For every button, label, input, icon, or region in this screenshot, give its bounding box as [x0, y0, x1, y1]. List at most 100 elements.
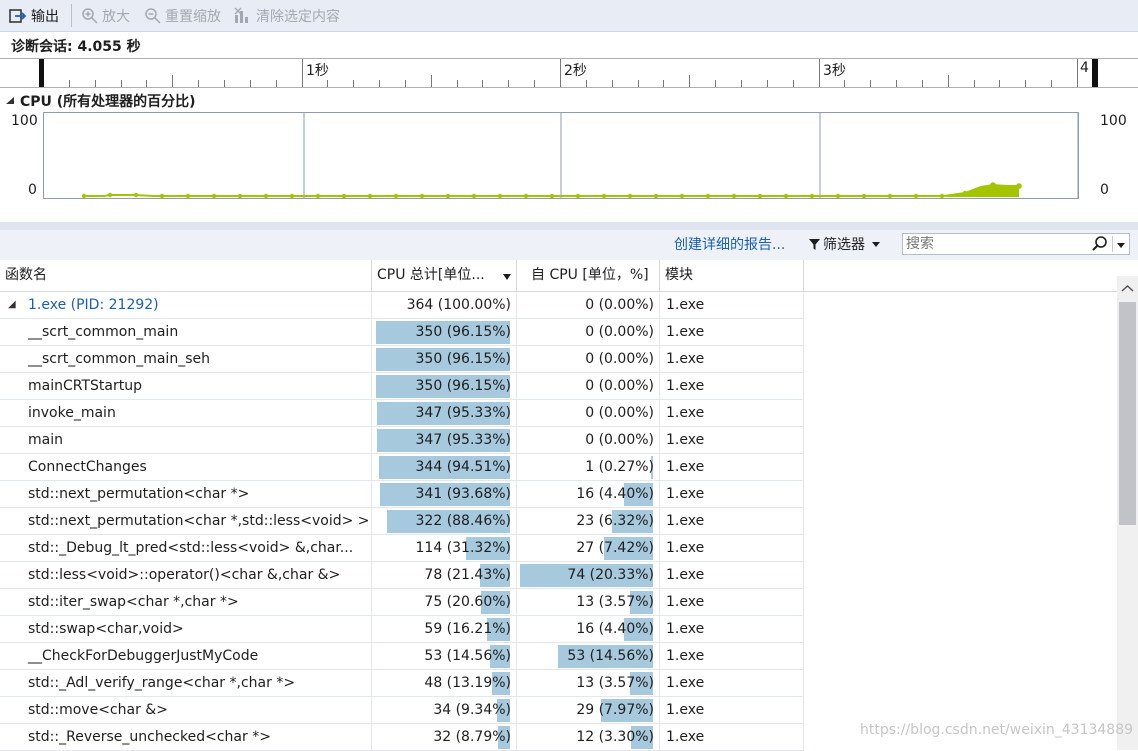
expand-triangle-icon[interactable]: ◢: [8, 292, 16, 318]
module-name: 1.exe: [666, 702, 705, 718]
cpu-total-value: 350 (96.15%): [415, 378, 511, 394]
export-button[interactable]: 输出: [9, 0, 59, 31]
scroll-up-arrow-icon[interactable]: [1117, 278, 1138, 298]
table-row[interactable]: invoke_main 347 (95.33%) 0 (0.00%) 1.exe: [0, 400, 804, 427]
clear-selection-button[interactable]: 清除选定内容: [234, 0, 340, 31]
function-name-cell: std::less<void>::operator()<char &,char …: [0, 562, 372, 589]
module-name: 1.exe: [666, 405, 705, 421]
table-row[interactable]: std::less<void>::operator()<char &,char …: [0, 562, 804, 589]
column-header-cpu-total[interactable]: CPU 总计[单位...: [372, 260, 517, 292]
self-cpu-value: 12 (3.30%): [576, 729, 654, 745]
module-name: 1.exe: [666, 324, 705, 340]
table-row[interactable]: std::iter_swap<char *,char *> 75 (20.60%)…: [0, 589, 804, 616]
module-name: 1.exe: [666, 459, 705, 475]
table-row[interactable]: std::_Reverse_unchecked<char *> 32 (8.79%…: [0, 724, 804, 751]
column-header-module[interactable]: 模块: [660, 260, 804, 292]
filter-icon: [809, 238, 820, 250]
search-divider: [1112, 236, 1113, 252]
cpu-total-cell: 32 (8.79%): [372, 724, 517, 751]
self-cpu-value: 0 (0.00%): [585, 432, 654, 448]
table-row[interactable]: ◢ 1.exe (PID: 21292) 364 (100.00%) 0 (0.00%…: [0, 292, 804, 319]
search-icon[interactable]: [1091, 235, 1109, 253]
function-name-cell: invoke_main: [0, 400, 372, 427]
column-header-self-cpu[interactable]: 自 CPU [单位，%]: [517, 260, 660, 292]
function-name-cell: ◢ 1.exe (PID: 21292): [0, 292, 372, 319]
cpu-total-value: 59 (16.21%): [424, 621, 511, 637]
reset-zoom-icon: [145, 8, 161, 24]
cpu-usage-plot: [81, 113, 1078, 198]
zoom-in-icon: [82, 8, 98, 24]
self-cpu-value: 53 (14.56%): [567, 648, 654, 664]
cpu-total-value: 114 (31.32%): [415, 540, 511, 556]
table-row[interactable]: std::swap<char,void> 59 (16.21%) 16 (4.40%…: [0, 616, 804, 643]
function-name-cell: std::next_permutation<char *>: [0, 481, 372, 508]
self-cpu-value: 13 (3.57%): [576, 594, 654, 610]
panel-splitter[interactable]: [0, 222, 1138, 230]
table-row[interactable]: std::move<char &> 34 (9.34%) 29 (7.97%) 1.e…: [0, 697, 804, 724]
module-name: 1.exe: [666, 351, 705, 367]
module-cell: 1.exe: [660, 562, 804, 589]
table-row[interactable]: mainCRTStartup 350 (96.15%) 0 (0.00%) 1.exe: [0, 373, 804, 400]
cpu-chart-title[interactable]: CPU (所有处理器的百分比): [4, 91, 196, 111]
cpu-total-value: 347 (95.33%): [415, 405, 511, 421]
module-cell: 1.exe: [660, 508, 804, 535]
filter-dropdown[interactable]: 筛选器: [808, 234, 882, 254]
self-cpu-value: 23 (6.32%): [576, 513, 654, 529]
module-name: 1.exe: [666, 675, 705, 691]
self-cpu-value: 0 (0.00%): [585, 297, 654, 313]
self-cpu-value: 1 (0.27%): [585, 459, 654, 475]
cpu-total-cell: 48 (13.19%): [372, 670, 517, 697]
cpu-total-value: 322 (88.46%): [415, 513, 511, 529]
self-cpu-cell: 1 (0.27%): [517, 454, 660, 481]
cpu-total-value: 364 (100.00%): [406, 297, 511, 313]
table-row[interactable]: main 347 (95.33%) 0 (0.00%) 1.exe: [0, 427, 804, 454]
search-box[interactable]: [902, 233, 1130, 255]
cpu-total-value: 78 (21.43%): [424, 567, 511, 583]
function-name-cell: std::_Adl_verify_range<char *,char *>: [0, 670, 372, 697]
search-options-chevron-icon[interactable]: [1115, 240, 1127, 250]
module-cell: 1.exe: [660, 589, 804, 616]
column-header-function-name[interactable]: 函数名: [0, 260, 372, 292]
table-row[interactable]: std::next_permutation<char *,std::less<v…: [0, 508, 804, 535]
self-cpu-cell: 13 (3.57%): [517, 589, 660, 616]
table-row[interactable]: __CheckForDebuggerJustMyCode 53 (14.56%) 5…: [0, 643, 804, 670]
table-row[interactable]: ConnectChanges 344 (94.51%) 1 (0.27%) 1.exe: [0, 454, 804, 481]
self-cpu-cell: 53 (14.56%): [517, 643, 660, 670]
zoom-in-label: 放大: [102, 8, 130, 25]
table-row[interactable]: __scrt_common_main 350 (96.15%) 0 (0.00%) 1…: [0, 319, 804, 346]
table-row[interactable]: std::_Adl_verify_range<char *,char *> 48 …: [0, 670, 804, 697]
timeline-ruler[interactable]: 1秒 2秒 3秒 4: [0, 58, 1138, 88]
cpu-total-value: 341 (93.68%): [415, 486, 511, 502]
cpu-usage-chart[interactable]: [43, 112, 1079, 199]
cpu-total-cell: 347 (95.33%): [372, 427, 517, 454]
function-name-cell: std::move<char &>: [0, 697, 372, 724]
function-name: std::_Debug_lt_pred<std::less<void> &,ch…: [28, 540, 354, 556]
module-name: 1.exe: [666, 486, 705, 502]
self-cpu-value: 13 (3.57%): [576, 675, 654, 691]
self-cpu-cell: 27 (7.42%): [517, 535, 660, 562]
cpu-total-cell: 344 (94.51%): [372, 454, 517, 481]
create-report-link[interactable]: 创建详细的报告...: [674, 234, 785, 254]
function-name: std::next_permutation<char *>: [28, 486, 250, 502]
table-row[interactable]: std::next_permutation<char *> 341 (93.68%…: [0, 481, 804, 508]
cpu-total-cell: 350 (96.15%): [372, 319, 517, 346]
cpu-total-cell: 347 (95.33%): [372, 400, 517, 427]
function-name: mainCRTStartup: [28, 378, 142, 394]
export-icon: [9, 8, 27, 23]
y-axis-max-right: 100: [1100, 113, 1127, 129]
cpu-total-value: 32 (8.79%): [433, 729, 511, 745]
vertical-scrollbar[interactable]: [1117, 276, 1138, 750]
scrollbar-thumb[interactable]: [1119, 302, 1136, 525]
module-name: 1.exe: [666, 513, 705, 529]
reset-zoom-button[interactable]: 重置缩放: [144, 0, 221, 31]
self-cpu-cell: 23 (6.32%): [517, 508, 660, 535]
self-cpu-cell: 0 (0.00%): [517, 400, 660, 427]
zoom-in-button[interactable]: 放大: [81, 0, 130, 31]
table-row[interactable]: __scrt_common_main_seh 350 (96.15%) 0 (0.0…: [0, 346, 804, 373]
table-row[interactable]: std::_Debug_lt_pred<std::less<void> &,ch…: [0, 535, 804, 562]
module-name: 1.exe: [666, 648, 705, 664]
search-input[interactable]: [906, 235, 1086, 253]
cpu-usage-line: [82, 183, 1019, 197]
cpu-total-value: 350 (96.15%): [415, 324, 511, 340]
module-name: 1.exe: [666, 378, 705, 394]
